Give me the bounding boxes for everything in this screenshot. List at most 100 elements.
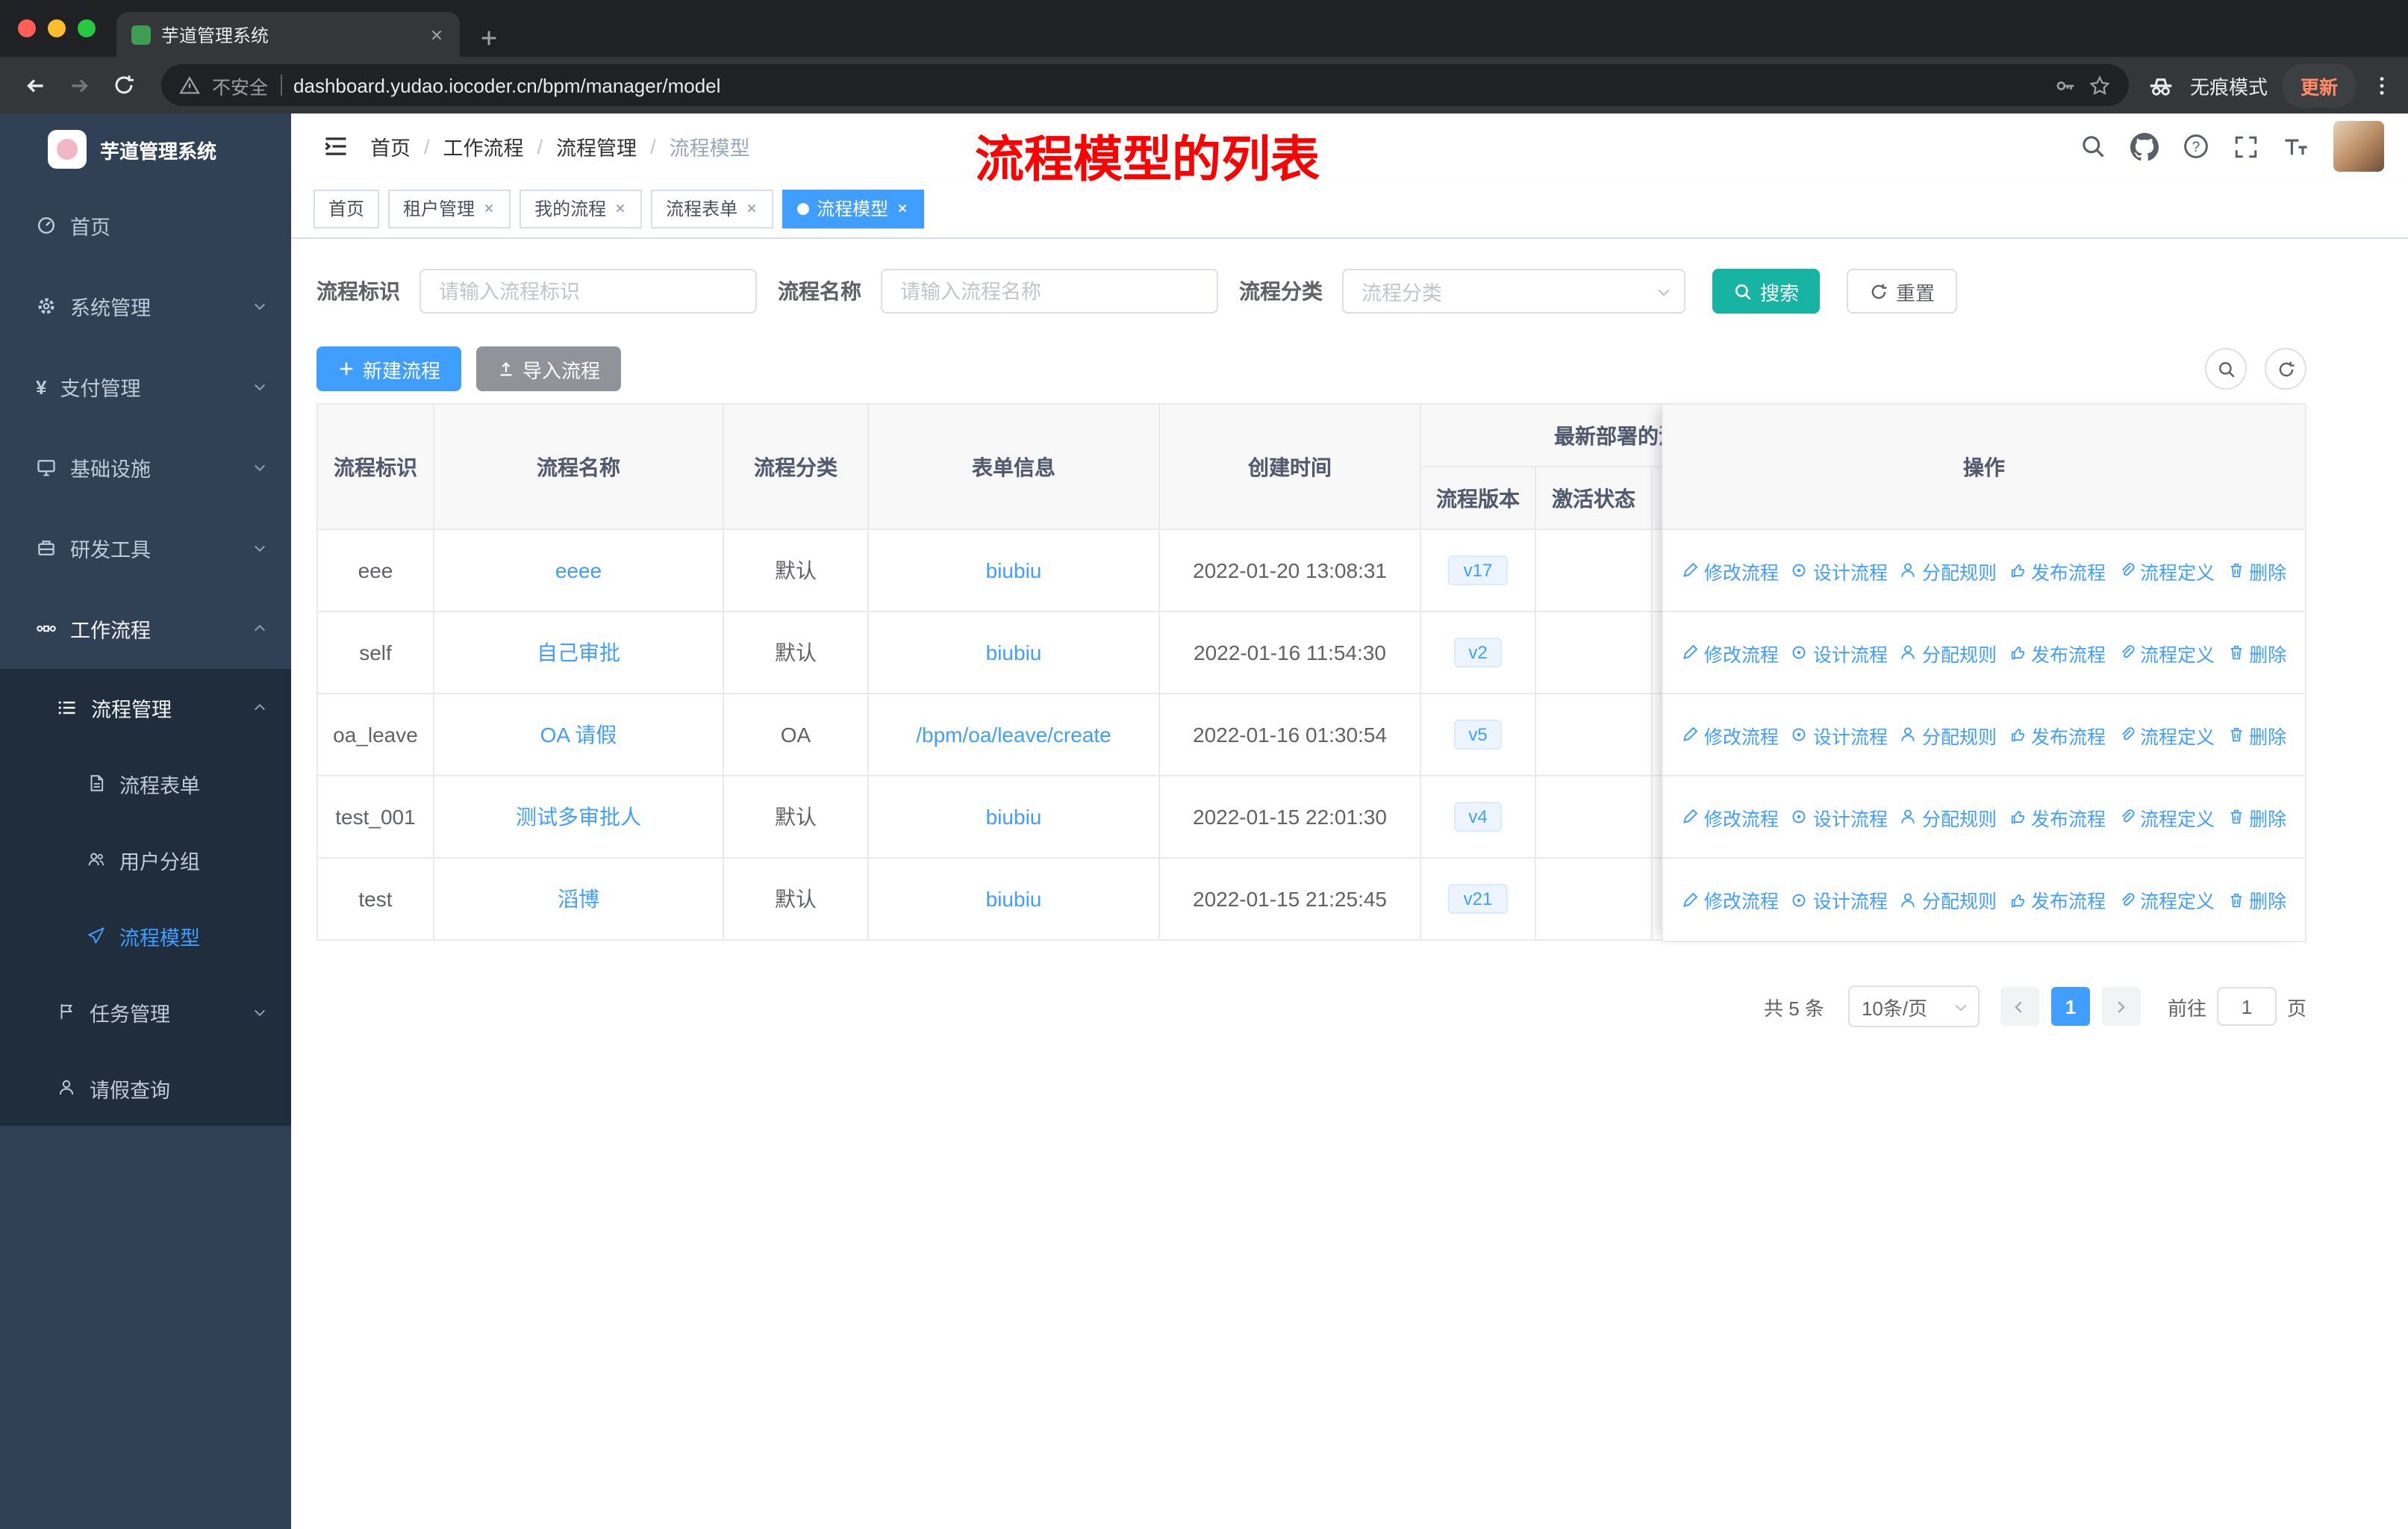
design-process-link[interactable]: 设计流程 bbox=[1791, 720, 1888, 749]
edit-process-link[interactable]: 修改流程 bbox=[1682, 556, 1779, 585]
assign-rule-link[interactable]: 分配规则 bbox=[1900, 803, 1997, 831]
edit-process-link[interactable]: 修改流程 bbox=[1682, 803, 1779, 831]
new-tab-button[interactable] bbox=[478, 27, 500, 49]
tag-process-form[interactable]: 流程表单 bbox=[651, 189, 774, 228]
sidebar-item-payment[interactable]: ¥ 支付管理 bbox=[0, 346, 291, 427]
key-icon[interactable] bbox=[2054, 74, 2077, 96]
import-process-button[interactable]: 导入流程 bbox=[476, 346, 622, 391]
form-info-link[interactable]: biubiu bbox=[986, 558, 1042, 582]
form-info-link[interactable]: biubiu bbox=[986, 641, 1042, 664]
process-definition-link[interactable]: 流程定义 bbox=[2118, 720, 2215, 749]
forward-icon[interactable] bbox=[60, 66, 99, 105]
refresh-table-button[interactable] bbox=[2265, 348, 2306, 390]
tag-close-icon[interactable] bbox=[896, 202, 909, 215]
process-definition-link[interactable]: 流程定义 bbox=[2118, 638, 2215, 667]
zoom-window-button[interactable] bbox=[78, 19, 96, 37]
user-avatar[interactable] bbox=[2333, 121, 2384, 172]
delete-link[interactable]: 删除 bbox=[2227, 638, 2286, 667]
github-icon[interactable] bbox=[2130, 132, 2159, 161]
tag-home[interactable]: 首页 bbox=[314, 189, 380, 228]
breadcrumb-process-management[interactable]: 流程管理 bbox=[556, 131, 637, 161]
publish-process-link[interactable]: 发布流程 bbox=[2009, 885, 2106, 914]
publish-process-link[interactable]: 发布流程 bbox=[2009, 556, 2106, 585]
delete-link[interactable]: 删除 bbox=[2227, 885, 2286, 914]
publish-process-link[interactable]: 发布流程 bbox=[2009, 803, 2106, 831]
sidebar-item-infrastructure[interactable]: 基础设施 bbox=[0, 427, 291, 508]
hamburger-icon[interactable] bbox=[322, 133, 349, 160]
process-name-link[interactable]: 自己审批 bbox=[537, 641, 620, 664]
publish-process-link[interactable]: 发布流程 bbox=[2009, 638, 2106, 667]
tag-close-icon[interactable] bbox=[614, 202, 627, 215]
tag-my-process[interactable]: 我的流程 bbox=[520, 189, 643, 228]
edit-process-link[interactable]: 修改流程 bbox=[1682, 720, 1779, 749]
font-size-icon[interactable] bbox=[2283, 133, 2309, 160]
back-icon[interactable] bbox=[15, 66, 54, 105]
page-number-1[interactable]: 1 bbox=[2050, 987, 2090, 1026]
form-info-link[interactable]: /bpm/oa/leave/create bbox=[916, 723, 1111, 747]
process-definition-link[interactable]: 流程定义 bbox=[2118, 885, 2215, 914]
edit-process-link[interactable]: 修改流程 bbox=[1682, 638, 1779, 667]
url-text[interactable]: dashboard.yudao.iocoder.cn/bpm/manager/m… bbox=[293, 74, 2042, 96]
page-size-select[interactable]: 10条/页 bbox=[1847, 985, 1980, 1027]
bookmark-star-icon[interactable] bbox=[2089, 74, 2111, 96]
breadcrumb-workflow[interactable]: 工作流程 bbox=[443, 131, 524, 161]
next-page-button[interactable] bbox=[2101, 987, 2141, 1026]
assign-rule-link[interactable]: 分配规则 bbox=[1900, 556, 1997, 585]
design-process-link[interactable]: 设计流程 bbox=[1791, 803, 1888, 831]
design-process-link[interactable]: 设计流程 bbox=[1791, 885, 1888, 914]
toggle-search-button[interactable] bbox=[2205, 348, 2247, 390]
tab-close-icon[interactable] bbox=[428, 26, 445, 43]
assign-rule-link[interactable]: 分配规则 bbox=[1900, 885, 1997, 914]
sidebar-item-leave-query[interactable]: 请假查询 bbox=[0, 1050, 291, 1126]
security-label[interactable]: 不安全 bbox=[212, 71, 268, 99]
tag-close-icon[interactable] bbox=[745, 202, 758, 215]
kebab-menu-icon[interactable] bbox=[2371, 74, 2393, 96]
sidebar-item-workflow[interactable]: 工作流程 bbox=[0, 588, 291, 669]
search-icon[interactable] bbox=[2080, 133, 2106, 160]
form-info-link[interactable]: biubiu bbox=[986, 887, 1042, 911]
process-name-link[interactable]: 滔博 bbox=[558, 887, 599, 911]
sidebar-item-user-group[interactable]: 用户分组 bbox=[0, 821, 291, 897]
process-key-input[interactable] bbox=[419, 269, 757, 314]
process-definition-link[interactable]: 流程定义 bbox=[2118, 803, 2215, 831]
help-icon[interactable]: ? bbox=[2183, 133, 2209, 160]
assign-rule-link[interactable]: 分配规则 bbox=[1900, 720, 1997, 749]
process-name-link[interactable]: 测试多审批人 bbox=[516, 805, 641, 829]
sidebar-item-dev-tools[interactable]: 研发工具 bbox=[0, 508, 291, 588]
delete-link[interactable]: 删除 bbox=[2227, 720, 2286, 749]
process-name-link[interactable]: eeee bbox=[555, 558, 602, 582]
fullscreen-icon[interactable] bbox=[2233, 134, 2259, 159]
browser-update-button[interactable]: 更新 bbox=[2282, 63, 2356, 107]
breadcrumb-home[interactable]: 首页 bbox=[370, 131, 411, 161]
edit-process-link[interactable]: 修改流程 bbox=[1682, 885, 1779, 914]
sidebar-item-process-management[interactable]: 流程管理 bbox=[0, 669, 291, 745]
tag-close-icon[interactable] bbox=[482, 202, 496, 215]
process-category-select[interactable]: 流程分类 bbox=[1342, 269, 1685, 314]
sidebar-item-process-form[interactable]: 流程表单 bbox=[0, 745, 291, 821]
tag-tenant-management[interactable]: 租户管理 bbox=[388, 189, 511, 228]
create-process-button[interactable]: 新建流程 bbox=[316, 346, 462, 391]
process-definition-link[interactable]: 流程定义 bbox=[2118, 556, 2215, 585]
sidebar-item-home[interactable]: 首页 bbox=[0, 185, 291, 266]
tag-process-model[interactable]: 流程模型 bbox=[782, 189, 925, 228]
close-window-button[interactable] bbox=[18, 19, 36, 37]
publish-process-link[interactable]: 发布流程 bbox=[2009, 720, 2106, 749]
process-name-input[interactable] bbox=[881, 269, 1218, 314]
goto-page-input[interactable] bbox=[2216, 987, 2277, 1026]
form-info-link[interactable]: biubiu bbox=[986, 805, 1042, 829]
address-bar[interactable]: 不安全 dashboard.yudao.iocoder.cn/bpm/manag… bbox=[161, 64, 2129, 106]
minimize-window-button[interactable] bbox=[48, 19, 66, 37]
sidebar-item-task-management[interactable]: 任务管理 bbox=[0, 974, 291, 1050]
assign-rule-link[interactable]: 分配规则 bbox=[1900, 638, 1997, 667]
browser-tab[interactable]: 芋道管理系统 bbox=[116, 12, 460, 57]
search-button[interactable]: 搜索 bbox=[1712, 269, 1821, 314]
sidebar-item-process-model[interactable]: 流程模型 bbox=[0, 897, 291, 974]
process-name-link[interactable]: OA 请假 bbox=[540, 723, 617, 747]
reset-button[interactable]: 重置 bbox=[1847, 269, 1958, 314]
prev-page-button[interactable] bbox=[2000, 987, 2039, 1026]
reload-icon[interactable] bbox=[105, 66, 143, 105]
design-process-link[interactable]: 设计流程 bbox=[1791, 638, 1888, 667]
delete-link[interactable]: 删除 bbox=[2227, 556, 2286, 585]
delete-link[interactable]: 删除 bbox=[2227, 803, 2286, 831]
sidebar-item-system[interactable]: 系统管理 bbox=[0, 266, 291, 346]
